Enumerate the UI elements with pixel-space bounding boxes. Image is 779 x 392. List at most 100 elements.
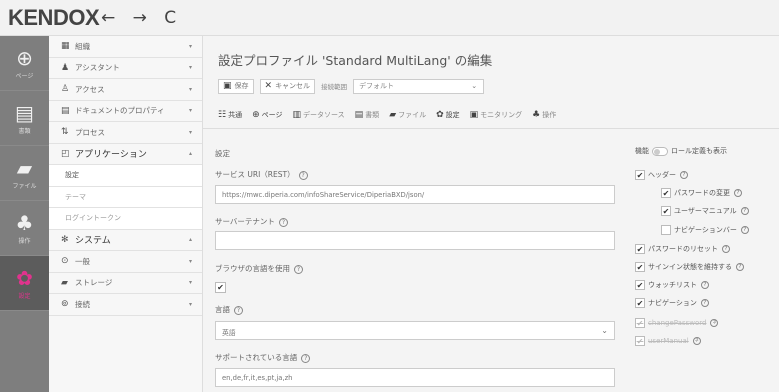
menu-icon: ♟ [61, 62, 70, 73]
save-button[interactable]: ▣ 保存 [218, 78, 254, 94]
menu-item[interactable]: ✻ システム ▴ [49, 230, 202, 251]
feature-label: サインイン状態を維持する [648, 263, 732, 271]
help-icon[interactable]: ? [301, 354, 311, 363]
chevron-icon: ▾ [188, 128, 192, 136]
help-icon[interactable]: ? [701, 281, 709, 289]
browser-lang-checkbox[interactable]: ✔ [215, 282, 226, 293]
browser-nav-arrows[interactable]: ← → C [101, 8, 182, 28]
feature-checkbox[interactable]: ✔ [635, 318, 645, 328]
help-icon[interactable]: ? [278, 218, 288, 227]
rail-item-workflow[interactable]: ♣ 操作 [0, 201, 49, 256]
rail-item-document[interactable]: ▤ 書類 [0, 91, 49, 146]
feature-option[interactable]: ✔ changePassword? [635, 318, 719, 328]
help-icon[interactable]: ? [234, 306, 243, 315]
help-icon[interactable]: ? [700, 299, 709, 307]
chevron-icon: ▾ [188, 42, 192, 50]
help-icon[interactable]: ? [722, 245, 730, 253]
tenant-input[interactable] [215, 231, 615, 250]
menu-icon: ▰ [61, 277, 68, 288]
menu-item[interactable]: ♙ アクセス ▾ [49, 79, 202, 101]
menu-item[interactable]: 設定 [49, 165, 202, 187]
feature-option[interactable]: ✔ サインイン状態を維持する? [635, 262, 744, 272]
menu-item[interactable]: ▰ ストレージ ▾ [49, 273, 202, 294]
menu-item[interactable]: ▤ ドキュメントのプロパティ ▾ [49, 101, 202, 122]
feature-option[interactable]: ✔ userManual? [635, 336, 701, 346]
menu-icon: ⇅ [61, 127, 69, 138]
language-select[interactable]: 英語 ⌄ [215, 321, 615, 340]
help-icon[interactable]: ? [680, 171, 688, 179]
gear-icon: ✿ [16, 265, 33, 290]
rail-item-globe[interactable]: ⊕ ページ [0, 36, 49, 91]
menu-item[interactable]: ♟ アシスタント ▾ [49, 58, 202, 79]
feature-label: パスワードのリセット [648, 245, 718, 253]
feature-checkbox[interactable]: ✔ [635, 280, 645, 290]
help-icon[interactable]: ? [740, 226, 749, 234]
tab-label: 共通 [228, 111, 243, 119]
menu-icon: ⊙ [61, 256, 69, 267]
feature-option[interactable]: ✔ パスワードのリセット? [635, 244, 730, 254]
rail-label: 操作 [18, 237, 31, 245]
feature-checkbox[interactable]: ✔ [635, 298, 645, 308]
menu-item[interactable]: ▦ 組織 ▾ [49, 36, 202, 58]
help-icon[interactable]: ? [710, 319, 719, 327]
feature-option[interactable]: ✔ パスワードの変更? [661, 188, 742, 198]
scope-select[interactable]: デフォルト ⌄ [353, 78, 485, 94]
cancel-button[interactable]: ✕ キャンセル [259, 78, 316, 94]
help-icon[interactable]: ? [736, 263, 744, 271]
menu-label: 一般 [75, 256, 90, 266]
tab-label: 書類 [365, 111, 380, 119]
rail-label: ファイル [12, 182, 37, 190]
feature-option[interactable]: ✔ ウォッチリスト? [635, 280, 709, 290]
menu-item[interactable]: ◰ アプリケーション ▴ [49, 144, 202, 165]
feature-checkbox[interactable]: ✔ [661, 188, 671, 198]
help-icon[interactable]: ? [734, 189, 742, 197]
help-icon[interactable]: ? [692, 337, 701, 345]
tab-3[interactable]: ▤ 書類 [355, 110, 380, 120]
settings-menu: ▦ 組織 ▾ ♟ アシスタント ▾ ♙ アクセス ▾ ▤ ドキュメントのプロパティ ▾ ⇅ プロセス ▾ ◰ ア… [49, 36, 203, 392]
feature-checkbox[interactable]: ✔ [635, 170, 645, 180]
tab-icon: ▤ [354, 110, 364, 120]
menu-label: システム [75, 236, 111, 247]
tab-5[interactable]: ✿ 設定 [436, 110, 460, 120]
feature-checkbox[interactable]: ✔ [661, 206, 671, 216]
help-icon[interactable]: ? [740, 207, 749, 215]
feature-option[interactable]: ✔ ユーザーマニュアル? [661, 206, 749, 216]
feature-checkbox[interactable] [661, 225, 671, 235]
menu-label: アシスタント [75, 63, 120, 73]
tab-4[interactable]: ▰ ファイル [389, 110, 426, 120]
menu-item[interactable]: ⇅ プロセス ▾ [49, 122, 202, 144]
rail-item-folder[interactable]: ▰ ファイル [0, 146, 49, 201]
menu-item[interactable]: テーマ [49, 186, 202, 208]
tab-0[interactable]: ☷ 共通 [218, 110, 242, 120]
tab-label: 設定 [445, 111, 460, 119]
menu-icon: ⊚ [61, 299, 69, 310]
menu-item[interactable]: ⊚ 接続 ▾ [49, 294, 202, 316]
menu-item[interactable]: ⊙ 一般 ▾ [49, 251, 202, 273]
feature-label: ナビゲーション [648, 299, 697, 307]
help-icon[interactable]: ? [298, 171, 308, 180]
help-icon[interactable]: ? [294, 265, 303, 274]
feature-option[interactable]: ✔ ヘッダー? [635, 170, 688, 180]
feature-label: パスワードの変更 [674, 189, 730, 197]
tab-1[interactable]: ⊕ ページ [252, 110, 282, 120]
feature-option[interactable]: ✔ ナビゲーション? [635, 298, 709, 308]
feature-option[interactable]: ナビゲーションバー? [661, 225, 749, 235]
save-icon: ▣ [223, 81, 232, 91]
feature-header: 機能 ロール定義も表示 [635, 146, 727, 156]
language-label: 言語? [215, 304, 243, 315]
tab-6[interactable]: ▣ モニタリング [470, 110, 523, 120]
feature-checkbox[interactable]: ✔ [635, 244, 645, 254]
rail-item-gear[interactable]: ✿ 設定 [0, 256, 49, 311]
feature-checkbox[interactable]: ✔ [635, 336, 645, 346]
supported-langs-input[interactable]: en,de,fr,it,es,pt,ja,zh [215, 368, 615, 387]
menu-item[interactable]: ログイントークン [49, 208, 202, 230]
chevron-icon: ▾ [188, 107, 192, 115]
workflow-icon: ♣ [15, 210, 34, 235]
rail-label: ページ [15, 72, 34, 80]
toolbar: ▣ 保存 ✕ キャンセル 接続範囲 デフォルト ⌄ [218, 78, 485, 94]
tab-7[interactable]: ♣ 操作 [532, 110, 556, 120]
feature-checkbox[interactable]: ✔ [635, 262, 645, 272]
tab-2[interactable]: ▥ データソース [293, 110, 345, 120]
service-uri-input[interactable]: https://mwc.diperia.com/infoShareService… [215, 185, 615, 204]
role-toggle[interactable] [652, 146, 668, 156]
